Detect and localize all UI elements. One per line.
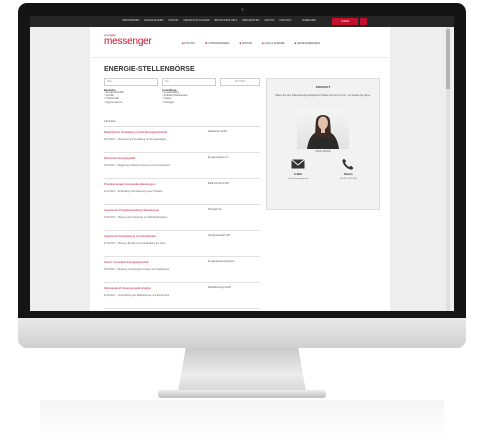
- filter-group-employment: Anstellung Festanstellung Praktikum/Werk…: [162, 88, 232, 105]
- job-company: Stadtwerke GmbH: [208, 131, 227, 133]
- top-nav-item[interactable]: MEDIADATEN: [242, 19, 259, 22]
- email-link[interactable]: service@energate.de: [276, 178, 320, 180]
- top-nav-item[interactable]: ABONNIEREN: [122, 19, 140, 22]
- job-item[interactable]: Werkstudent/in Energiemarkt-Analyse 22.0…: [104, 286, 260, 309]
- monitor-chin: [18, 318, 466, 348]
- job-description: 04.10.2017 – Begleitung politischer Proz…: [104, 165, 171, 167]
- monitor-stand-neck: [178, 348, 306, 392]
- top-nav-item[interactable]: ARCHIV: [264, 19, 274, 22]
- phone-icon[interactable]: [341, 157, 355, 170]
- mail-icon-svg: [291, 159, 305, 169]
- main-nav-item[interactable]: STROM: [239, 41, 252, 45]
- main-nav-item[interactable]: GAS & WÄRME: [262, 41, 284, 45]
- contact-name: Kristin Schmidt: [315, 151, 331, 153]
- job-item[interactable]: Ingenieur/in Projektentwicklung Windener…: [104, 208, 260, 231]
- search-input[interactable]: Was: [104, 78, 158, 86]
- top-nav-item[interactable]: VERANSTALTUNGEN: [183, 19, 210, 22]
- job-description: 29.09.2017 – Planung und Umsetzung von W…: [104, 217, 168, 219]
- filter-groups: Bereiche Energiewirtschaft Vertrieb IT/I…: [104, 88, 260, 114]
- job-item[interactable]: Produktmanager Energiedienstleistungen 0…: [104, 182, 260, 205]
- job-title-link[interactable]: Mitarbeiter/in Verwaltung (m/w/d) Energi…: [104, 130, 196, 135]
- top-login-button[interactable]: LOGIN: [332, 18, 358, 25]
- job-description: 02.10.2017 – Entwicklung und Steuerung n…: [104, 191, 163, 193]
- job-title-link[interactable]: Produktmanager Energiedienstleistungen: [104, 182, 196, 187]
- job-title-link[interactable]: Referent/in Energiepolitik: [104, 156, 196, 161]
- screen: ABONNIEREN ENERGIEJOBS FORUM VERANSTALTU…: [30, 16, 454, 311]
- phone-link[interactable]: +49 201 1022-500: [326, 178, 370, 180]
- phone-label: Telefon: [343, 173, 353, 176]
- email-label: E-Mail: [294, 173, 302, 176]
- camera-icon: [241, 8, 244, 11]
- job-company: Windpark AG: [208, 209, 222, 211]
- mail-icon[interactable]: [291, 157, 305, 169]
- result-count: 146 Stellen: [104, 120, 116, 123]
- contact-text: Haben Sie eine Stellenanzeige aufzugeben…: [275, 95, 371, 97]
- monitor-scene: ABONNIEREN ENERGIEJOBS FORUM VERANSTALTU…: [0, 0, 484, 443]
- job-title-link[interactable]: Ingenieur/in Netzplanung und Netzbetrieb: [104, 234, 196, 239]
- job-item[interactable]: Ingenieur/in Netzplanung und Netzbetrieb…: [104, 234, 260, 257]
- job-list: Mitarbeiter/in Verwaltung (m/w/d) Energi…: [104, 130, 260, 311]
- monitor-stand-foot: [158, 390, 326, 398]
- job-title-link[interactable]: Senior Consultant Energiewirtschaft: [104, 260, 196, 265]
- portrait-svg: [307, 115, 339, 149]
- job-item[interactable]: Mitarbeiter/in Verwaltung (m/w/d) Energi…: [104, 130, 260, 153]
- job-title-link[interactable]: Ingenieur/in Projektentwicklung Windener…: [104, 208, 196, 213]
- job-company: Netzgesellschaft mbH: [208, 235, 231, 237]
- job-description: 22.09.2017 – Unterstützung bei Marktanal…: [104, 295, 170, 297]
- main-nav-item[interactable]: POLITIK: [182, 41, 195, 45]
- top-nav: ABONNIEREN ENERGIEJOBS FORUM VERANSTALTU…: [122, 19, 292, 22]
- phone-icon-svg: [342, 158, 354, 170]
- contact-box: KONTAKT Haben Sie eine Stellenanzeige au…: [266, 78, 380, 210]
- main-nav-item[interactable]: NEUE ENERGIEN: [295, 41, 320, 45]
- job-company: Energieverband e.V.: [208, 157, 229, 159]
- job-company: Marktforschung GmbH: [208, 287, 232, 289]
- job-title-link[interactable]: Werkstudent/in Energiemarkt-Analyse: [104, 286, 196, 291]
- filter-checkbox[interactable]: Sonstiges: [162, 102, 232, 105]
- job-item[interactable]: Referent/in Energiepolitik 04.10.2017 – …: [104, 156, 260, 179]
- job-company: EWE Vertrieb GmbH: [208, 183, 230, 185]
- main-nav: POLITIK UNTERNEHMEN STROM GAS & WÄRME NE…: [182, 41, 320, 45]
- top-nav-item[interactable]: ENERGIEJOBS: [145, 19, 164, 22]
- page-title: ENERGIE-STELLENBÖRSE: [104, 66, 195, 73]
- top-nav-item[interactable]: BRANCHENLINKS: [215, 19, 238, 22]
- divider: [104, 126, 260, 127]
- job-description: 27.09.2017 – Planung, Betrieb und Instan…: [104, 243, 167, 245]
- main-content: ENERGIE-STELLENBÖRSE Was Wo SUCHEN Berei…: [90, 58, 390, 311]
- contact-title: KONTAKT: [315, 85, 331, 89]
- search-row: Was Wo SUCHEN: [104, 78, 260, 86]
- job-description: 06.10.2017 – Steuerung und Verwaltung vo…: [104, 139, 167, 141]
- user-icon[interactable]: [360, 18, 367, 25]
- job-description: 25.09.2017 – Beratung von Energieversorg…: [104, 269, 170, 271]
- job-company: Energieberatung Partners: [208, 261, 235, 263]
- location-input[interactable]: Wo: [162, 78, 216, 86]
- main-nav-item[interactable]: UNTERNEHMEN: [205, 41, 230, 45]
- job-item[interactable]: Senior Consultant Energiewirtschaft 25.0…: [104, 260, 260, 283]
- top-nav-item[interactable]: KONTAKT: [279, 19, 291, 22]
- stand-reflection: [40, 400, 444, 440]
- top-nav-item[interactable]: FORUM: [168, 19, 178, 22]
- site-header: energate messenger POLITIK UNTERNEHMEN S…: [90, 27, 390, 57]
- scrollbar-thumb[interactable]: [446, 29, 450, 89]
- search-button[interactable]: SUCHEN: [220, 78, 260, 86]
- site-logo[interactable]: messenger: [104, 36, 152, 47]
- top-bar: ABONNIEREN ENERGIEJOBS FORUM VERANSTALTU…: [30, 16, 454, 27]
- contact-portrait-photo: [297, 109, 349, 149]
- top-login-link[interactable]: ANMELDEN: [302, 19, 316, 22]
